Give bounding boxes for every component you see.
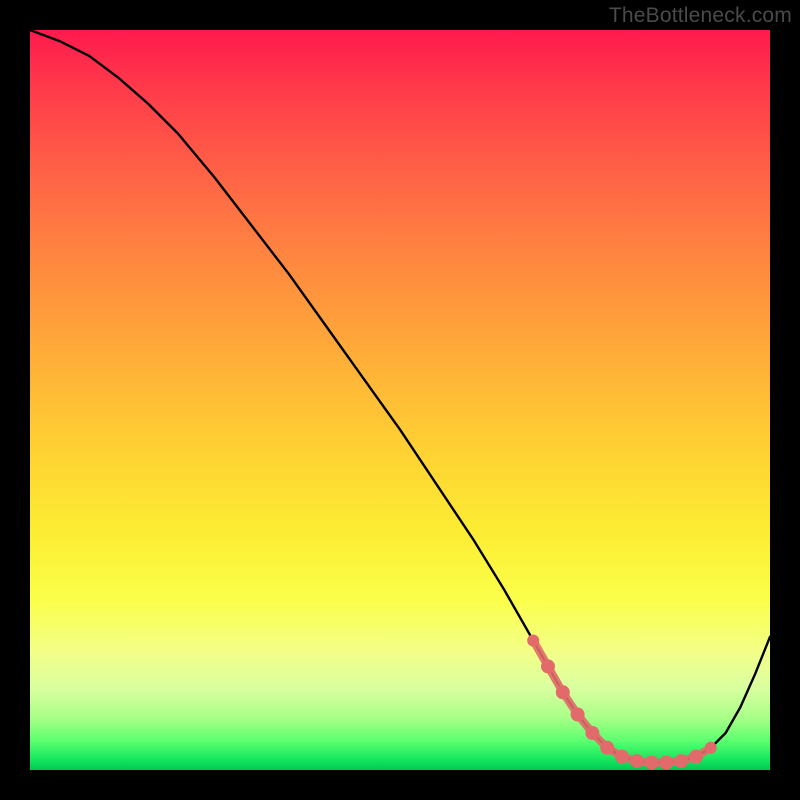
chart-frame: TheBottleneck.com xyxy=(0,0,800,800)
marker-dot xyxy=(556,685,570,699)
marker-dot xyxy=(659,756,673,770)
marker-dot xyxy=(527,635,539,647)
marker-dot xyxy=(571,708,585,722)
marker-dot xyxy=(585,726,599,740)
marker-dot xyxy=(541,659,555,673)
marker-dot xyxy=(645,756,659,770)
marker-dot xyxy=(600,741,614,755)
marker-dot xyxy=(689,750,703,764)
bottleneck-curve-line xyxy=(30,30,770,763)
marker-dot xyxy=(630,754,644,768)
marker-dot xyxy=(674,754,688,768)
optimal-band-markers xyxy=(527,635,717,770)
marker-dot xyxy=(705,742,717,754)
marker-dot xyxy=(615,750,629,764)
watermark-text: TheBottleneck.com xyxy=(609,4,792,28)
chart-plot-area xyxy=(30,30,770,770)
chart-svg xyxy=(30,30,770,770)
